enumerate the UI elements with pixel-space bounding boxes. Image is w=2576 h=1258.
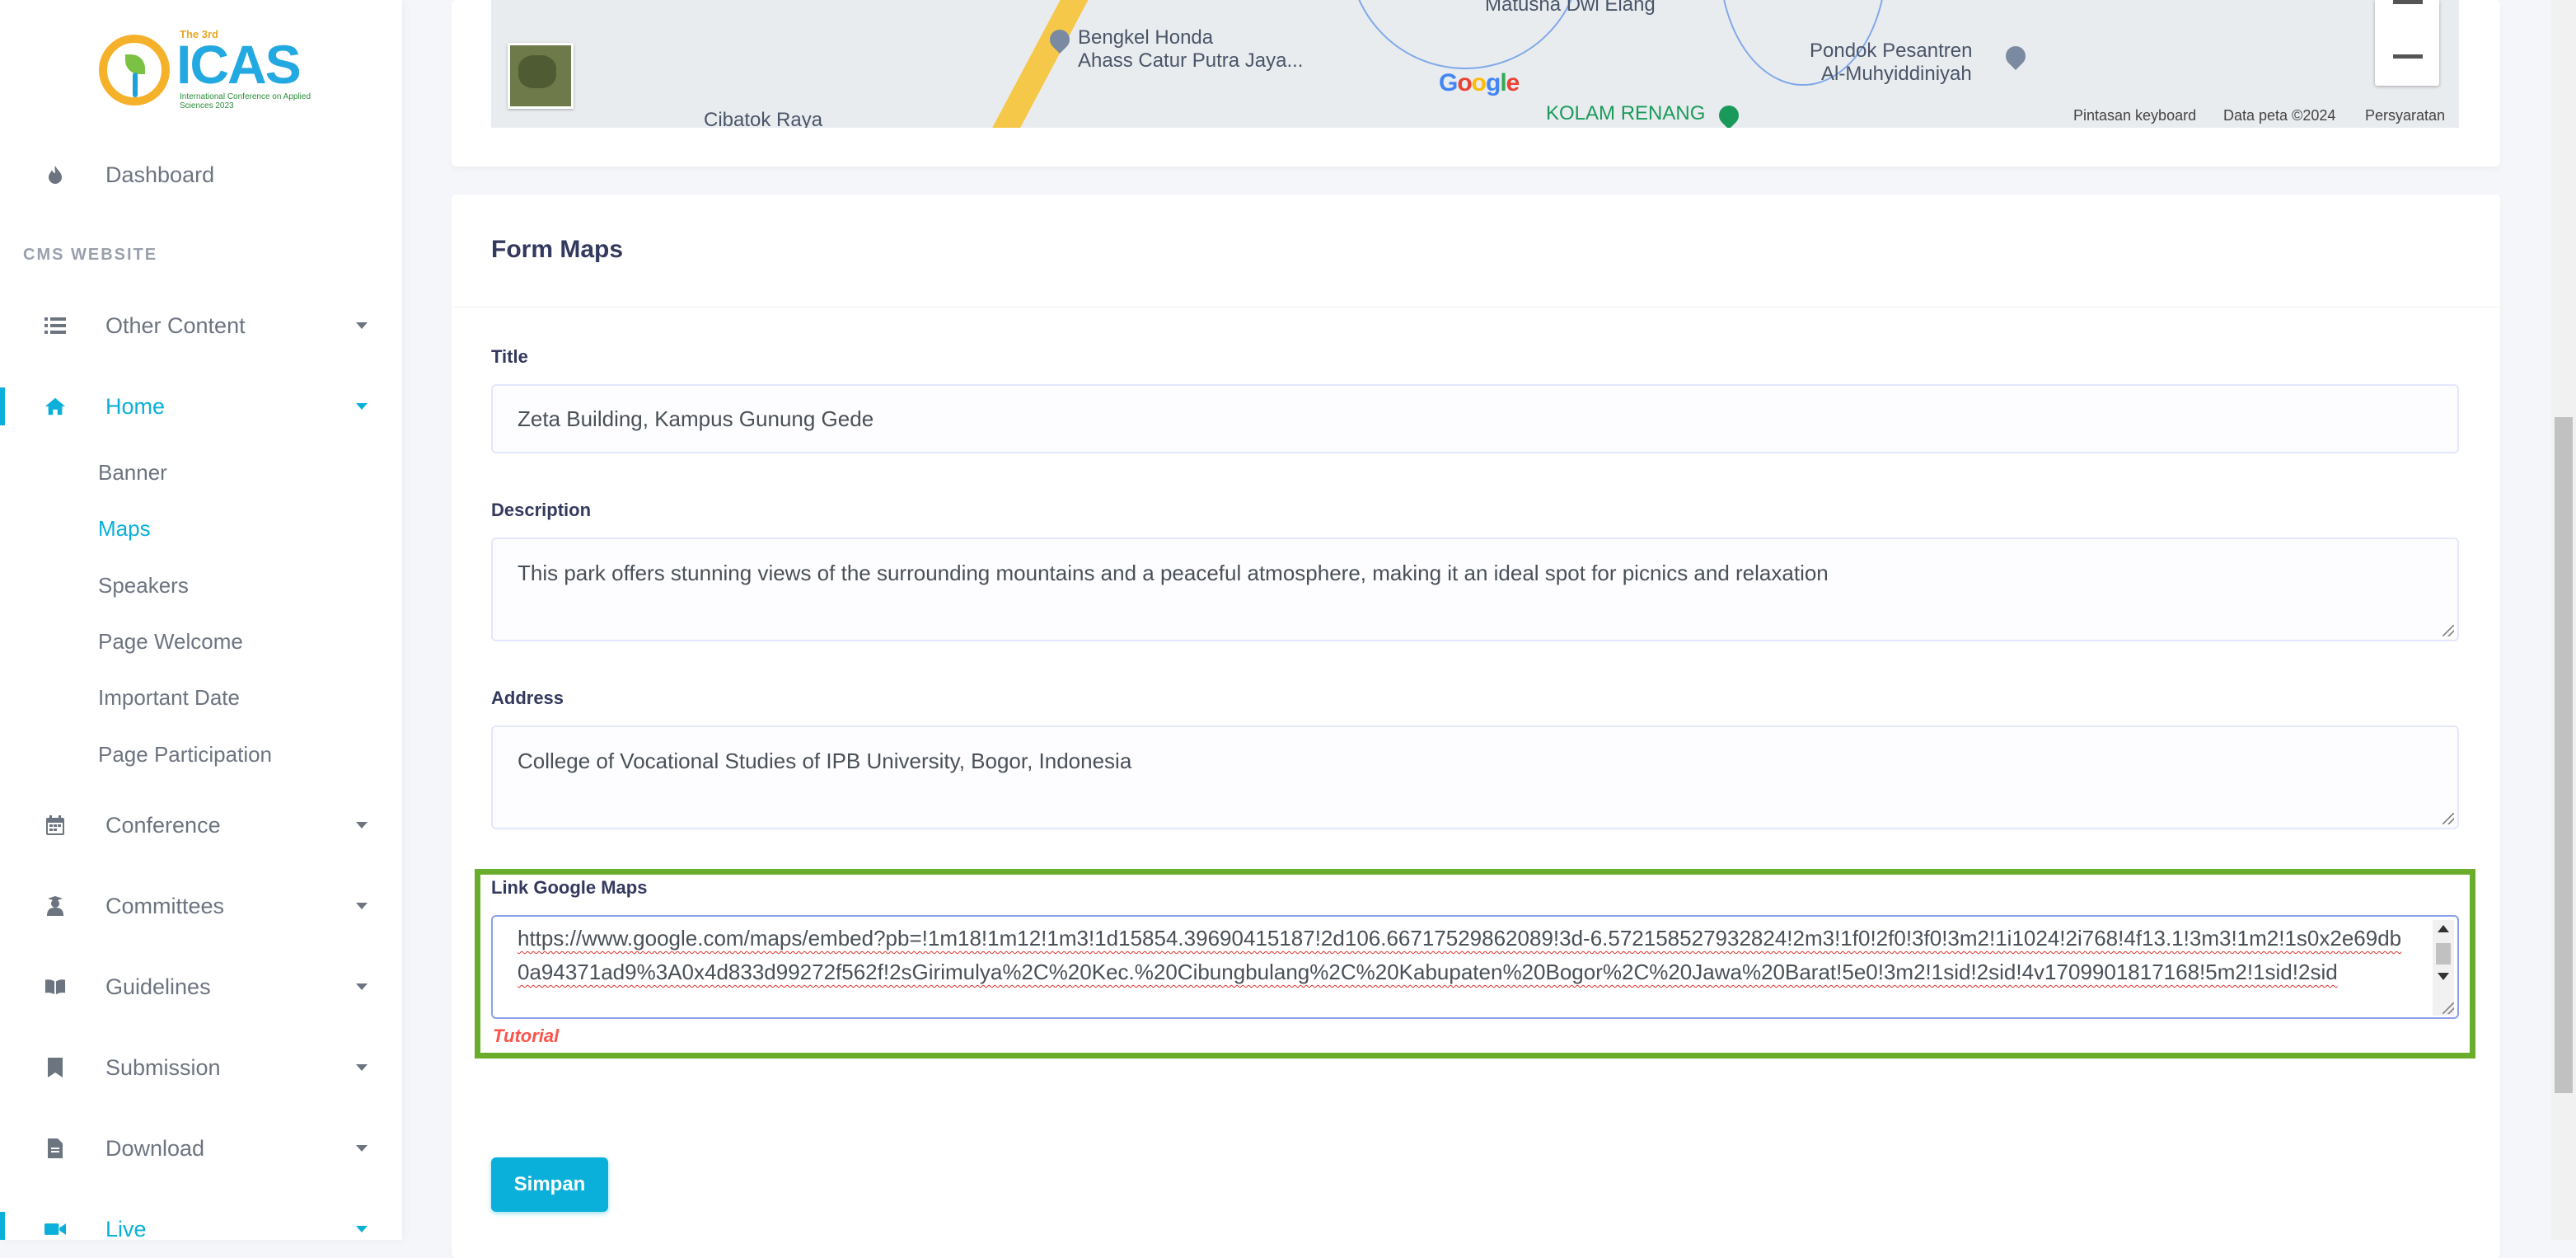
video-camera-icon: [44, 1218, 66, 1240]
resize-handle-icon[interactable]: [2443, 625, 2454, 636]
book-open-icon: [44, 976, 66, 997]
scrollbar-thumb[interactable]: [2436, 943, 2451, 965]
sidebar-item-dashboard[interactable]: Dashboard: [0, 146, 402, 204]
save-button[interactable]: Simpan: [491, 1157, 608, 1212]
tutorial-link[interactable]: Tutorial: [493, 1026, 559, 1047]
description-textarea[interactable]: This park offers stunning views of the s…: [491, 537, 2459, 641]
chevron-down-icon: [356, 1145, 368, 1152]
map-keyboard-shortcuts[interactable]: Pintasan keyboard: [2073, 107, 2196, 124]
sidebar-subitem-page-participation[interactable]: Page Participation: [98, 742, 272, 767]
sidebar-item-committees[interactable]: Committees: [0, 877, 402, 935]
home-icon: [44, 396, 66, 417]
sidebar-subitem-important-date[interactable]: Important Date: [98, 685, 240, 711]
sidebar-item-label: Home: [105, 393, 166, 419]
map-label: Bengkel Honda: [1078, 26, 1214, 49]
map-preview[interactable]: Bengkel Honda Ahass Catur Putra Jaya... …: [491, 0, 2459, 128]
address-textarea[interactable]: College of Vocational Studies of IPB Uni…: [491, 725, 2459, 829]
sidebar-subitem-page-welcome[interactable]: Page Welcome: [98, 629, 243, 655]
logo-wordmark: ICAS: [176, 34, 302, 95]
sidebar-subitem-banner[interactable]: Banner: [98, 460, 167, 486]
map-pin-icon: [2002, 42, 2030, 70]
bookmark-icon: [44, 1057, 66, 1078]
menu-section-header: CMS WEBSITE: [23, 246, 158, 264]
google-logo: Google: [1439, 69, 1520, 96]
link-google-maps-label: Link Google Maps: [491, 877, 648, 898]
sidebar-item-live[interactable]: Live: [0, 1200, 402, 1258]
sidebar-item-download[interactable]: Download: [0, 1120, 402, 1177]
link-google-maps-textarea[interactable]: https://www.google.com/maps/embed?pb=!1m…: [491, 915, 2459, 1019]
sidebar: The 3rd ICAS International Conference on…: [0, 0, 402, 1242]
sidebar-item-conference[interactable]: Conference: [0, 796, 402, 854]
satellite-toggle[interactable]: [508, 43, 574, 109]
sidebar-item-label: Submission: [105, 1054, 221, 1080]
map-label: Ahass Catur Putra Jaya...: [1078, 49, 1304, 72]
fire-icon: [44, 164, 66, 185]
resize-handle-icon[interactable]: [2443, 1002, 2454, 1014]
chevron-down-icon: [356, 1226, 368, 1232]
description-label: Description: [491, 500, 592, 520]
sidebar-subitem-maps[interactable]: Maps: [98, 516, 151, 542]
page-scrollbar-thumb[interactable]: [2555, 417, 2573, 1093]
form-heading: Form Maps: [491, 236, 624, 263]
page-scrollbar[interactable]: [2551, 0, 2576, 1240]
map-road: [986, 0, 1093, 128]
textarea-scrollbar[interactable]: [2433, 920, 2454, 1016]
title-label: Title: [491, 346, 528, 367]
address-label: Address: [491, 688, 564, 708]
map-data-credit: Data peta ©2024: [2223, 107, 2336, 124]
sidebar-item-label: Download: [105, 1135, 205, 1161]
link-google-maps-value: https://www.google.com/maps/embed?pb=!1m…: [518, 926, 2402, 984]
scroll-down-icon[interactable]: [2438, 973, 2449, 980]
sidebar-item-label: Committees: [105, 893, 225, 918]
sidebar-item-guidelines[interactable]: Guidelines: [0, 958, 402, 1016]
calendar-icon: [44, 814, 66, 836]
chevron-down-icon: [356, 822, 368, 828]
chevron-down-icon: [356, 1064, 368, 1071]
description-value: This park offers stunning views of the s…: [518, 561, 1829, 585]
chevron-down-icon: [356, 322, 368, 329]
sidebar-item-label: Conference: [105, 812, 221, 838]
map-label: Cibatok Raya: [704, 109, 823, 128]
chevron-down-icon: [356, 903, 368, 909]
file-icon: [44, 1138, 66, 1159]
sidebar-subitem-speakers[interactable]: Speakers: [98, 573, 189, 598]
map-terms-link[interactable]: Persyaratan: [2365, 107, 2445, 124]
sidebar-item-home[interactable]: Home: [0, 378, 402, 435]
address-value: College of Vocational Studies of IPB Uni…: [518, 749, 1132, 773]
map-label: Matusha Dwi Elang: [1485, 0, 1656, 16]
icas-logo[interactable]: The 3rd ICAS International Conference on…: [97, 28, 313, 110]
sidebar-item-label: Dashboard: [105, 162, 215, 187]
chevron-down-icon: [356, 983, 368, 990]
chevron-down-icon: [356, 403, 368, 410]
user-tie-icon: [44, 895, 66, 917]
scroll-up-icon[interactable]: [2438, 925, 2449, 932]
title-input[interactable]: Zeta Building, Kampus Gunung Gede: [491, 384, 2459, 453]
resize-handle-icon[interactable]: [2443, 813, 2454, 824]
map-label: Al-Muhyiddiniyah: [1821, 63, 1972, 85]
zoom-in-icon[interactable]: [2393, 0, 2423, 4]
logo-tagline: International Conference on Applied Scie…: [180, 92, 311, 110]
map-label: KOLAM RENANG: [1546, 102, 1706, 124]
list-icon: [44, 315, 66, 336]
sidebar-item-label: Guidelines: [105, 974, 211, 999]
sidebar-item-label: Other Content: [105, 312, 246, 338]
logo-emblem-icon: [99, 35, 170, 106]
map-label: Pondok Pesantren: [1810, 40, 1973, 62]
map-pin-icon: [1715, 101, 1743, 128]
zoom-out-icon[interactable]: [2393, 54, 2423, 59]
sidebar-item-submission[interactable]: Submission: [0, 1039, 402, 1096]
sidebar-item-other-content[interactable]: Other Content: [0, 297, 402, 354]
zoom-control[interactable]: [2375, 0, 2439, 86]
sidebar-item-label: Live: [105, 1216, 147, 1242]
